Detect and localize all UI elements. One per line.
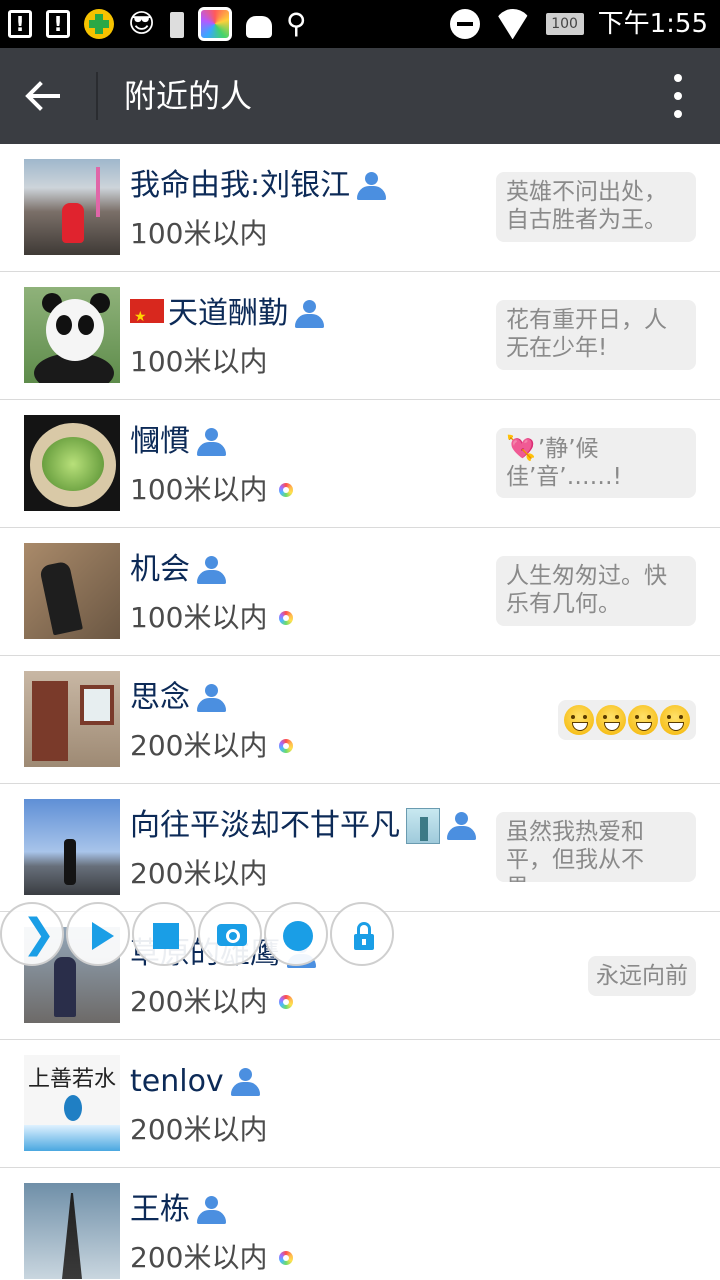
distance: 100米以内 <box>130 345 268 378</box>
record-icon <box>283 921 313 951</box>
wifi-icon <box>494 9 532 39</box>
list-item[interactable]: 上善若水 tenlov 200米以内 <box>0 1040 720 1168</box>
person-icon <box>196 683 228 713</box>
avatar[interactable] <box>24 799 120 895</box>
status-notifications: ! ! 😎 ⚲ <box>8 6 314 42</box>
back-button[interactable] <box>22 72 76 120</box>
stop-icon <box>153 923 179 949</box>
person-name: 向往平淡却不甘平凡 <box>130 808 400 843</box>
back-arrow-icon <box>25 81 60 111</box>
avatar[interactable] <box>24 415 120 511</box>
status-system: 100 下午1:55 <box>449 6 708 42</box>
statue-of-liberty-icon <box>406 808 440 844</box>
header-divider <box>96 72 98 120</box>
floating-recorder-toolbar: ❯ <box>0 902 394 966</box>
play-icon <box>92 922 114 950</box>
list-item[interactable]: 天道酬勤 100米以内 花有重开日，人无在少年! <box>0 272 720 400</box>
colorful-app-icon <box>198 7 232 41</box>
smile-emoji-icon <box>660 705 690 735</box>
distance: 200米以内 <box>130 985 268 1018</box>
person-name: 王栋 <box>130 1192 190 1227</box>
distance: 200米以内 <box>130 1113 268 1146</box>
glasses-icon: 😎 <box>128 9 156 39</box>
play-button[interactable] <box>66 902 130 966</box>
signature-bubble: 永远向前 <box>588 956 696 996</box>
person-name: 我命由我:刘银江 <box>130 168 351 203</box>
avatar-calligraphy: 上善若水 <box>28 1067 117 1092</box>
distance: 200米以内 <box>130 857 268 890</box>
camera-icon <box>217 924 247 946</box>
signature-bubble: 花有重开日，人无在少年! <box>496 300 696 370</box>
person-icon <box>294 299 326 329</box>
moments-icon <box>279 483 294 497</box>
nearby-people-list: 我命由我:刘银江 100米以内 英雄不问出处，自古胜者为王。 天道酬勤 100米… <box>0 144 720 1280</box>
grin-emoji-icon <box>564 705 594 735</box>
avatar[interactable] <box>24 159 120 255</box>
moments-icon <box>279 611 294 625</box>
signature-bubble: 英雄不问出处，自古胜者为王。 <box>496 172 696 242</box>
avatar[interactable] <box>24 287 120 383</box>
distance: 100米以内 <box>130 473 268 506</box>
avatar[interactable] <box>24 543 120 639</box>
alert-card-icon: ! <box>46 10 70 38</box>
smile-emoji-icon <box>596 705 626 735</box>
assistant-plus-icon <box>84 9 114 39</box>
signature-bubble: 人生匆匆过。快乐有几何。 <box>496 556 696 626</box>
person-name: 天道酬勤 <box>168 296 288 331</box>
person-name: 机会 <box>130 552 190 587</box>
china-flag-icon <box>130 297 164 337</box>
moments-icon <box>279 1251 294 1265</box>
person-icon <box>446 811 478 841</box>
record-button[interactable] <box>264 902 328 966</box>
distance: 200米以内 <box>130 1241 268 1274</box>
person-icon <box>230 1067 262 1097</box>
more-vert-icon <box>674 74 682 82</box>
list-item[interactable]: 王栋 200米以内 <box>0 1168 720 1280</box>
screenshot-button[interactable] <box>198 902 262 966</box>
battery-icon: 100 <box>545 13 584 35</box>
avatar[interactable] <box>24 1183 120 1279</box>
list-item[interactable]: 向往平淡却不甘平凡 200米以内 虽然我热爱和平，但我从不畏... <box>0 784 720 912</box>
app-header: 附近的人 <box>0 48 720 144</box>
moments-icon <box>279 739 294 753</box>
page-title: 附近的人 <box>124 77 253 115</box>
list-item[interactable]: 慖慣 100米以内 💘’静’候佳’音’……! <box>0 400 720 528</box>
expand-chevron-icon: ❯ <box>22 911 56 957</box>
signature-bubble: 虽然我热爱和平，但我从不畏... <box>496 812 696 882</box>
distance: 100米以内 <box>130 217 268 250</box>
person-icon <box>196 427 228 457</box>
status-bar: ! ! 😎 ⚲ 100 下午1:55 <box>0 0 720 48</box>
person-icon <box>356 171 388 201</box>
alert-card-icon: ! <box>8 10 32 38</box>
usb-icon: ⚲ <box>286 7 307 40</box>
heart-emoji-icon: 💘 <box>506 434 536 462</box>
distance: 100米以内 <box>130 601 268 634</box>
signature-bubble: 💘’静’候佳’音’……! <box>496 428 696 498</box>
avatar[interactable]: 上善若水 <box>24 1055 120 1151</box>
person-name: 思念 <box>130 680 190 715</box>
avatar[interactable] <box>24 671 120 767</box>
signature-bubble <box>558 700 696 740</box>
list-item[interactable]: 思念 200米以内 <box>0 656 720 784</box>
android-icon <box>246 16 272 38</box>
person-name: 慖慣 <box>130 424 190 459</box>
battery-small-icon <box>170 12 184 38</box>
clock: 下午1:55 <box>597 9 708 39</box>
expand-button[interactable]: ❯ <box>0 902 64 966</box>
person-icon <box>196 1195 228 1225</box>
list-item[interactable]: 我命由我:刘银江 100米以内 英雄不问出处，自古胜者为王。 <box>0 144 720 272</box>
grin-emoji-icon <box>628 705 658 735</box>
person-name: tenlov <box>130 1064 224 1099</box>
distance: 200米以内 <box>130 729 268 762</box>
stop-button[interactable] <box>132 902 196 966</box>
do-not-disturb-icon <box>449 9 480 39</box>
unlock-icon <box>354 922 374 950</box>
list-item[interactable]: 机会 100米以内 人生匆匆过。快乐有几何。 <box>0 528 720 656</box>
unlock-button[interactable] <box>330 902 394 966</box>
person-icon <box>196 555 228 585</box>
more-menu-button[interactable] <box>666 74 690 118</box>
moments-icon <box>279 995 294 1009</box>
